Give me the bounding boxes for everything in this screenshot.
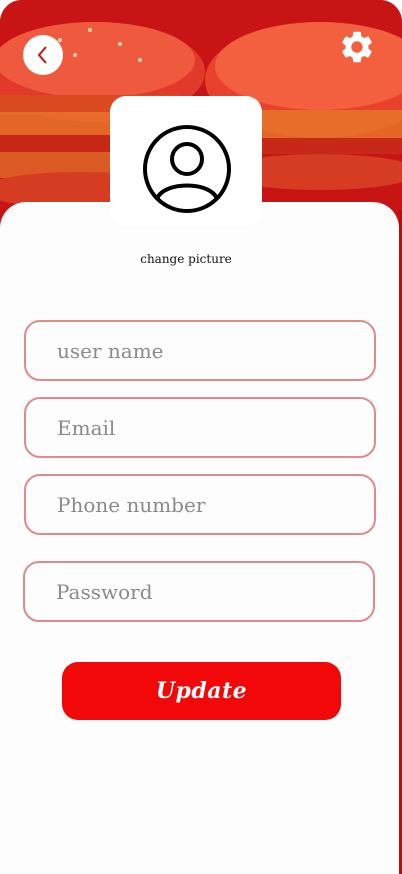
change-picture-link[interactable]: change picture: [0, 252, 372, 266]
email-input[interactable]: [57, 399, 357, 456]
update-button[interactable]: Update: [62, 662, 341, 720]
phone-field[interactable]: [24, 474, 376, 535]
back-button[interactable]: [23, 35, 63, 75]
chevron-left-icon: [37, 46, 47, 64]
edit-profile-screen: change picture Update: [0, 0, 402, 874]
username-field[interactable]: [24, 320, 376, 381]
gear-icon[interactable]: [338, 28, 376, 66]
username-input[interactable]: [57, 322, 357, 379]
password-input[interactable]: [56, 563, 356, 620]
email-field[interactable]: [24, 397, 376, 458]
phone-input[interactable]: [57, 476, 357, 533]
user-circle-icon[interactable]: [141, 123, 233, 215]
profile-card: [0, 202, 399, 874]
password-field[interactable]: [23, 561, 375, 622]
